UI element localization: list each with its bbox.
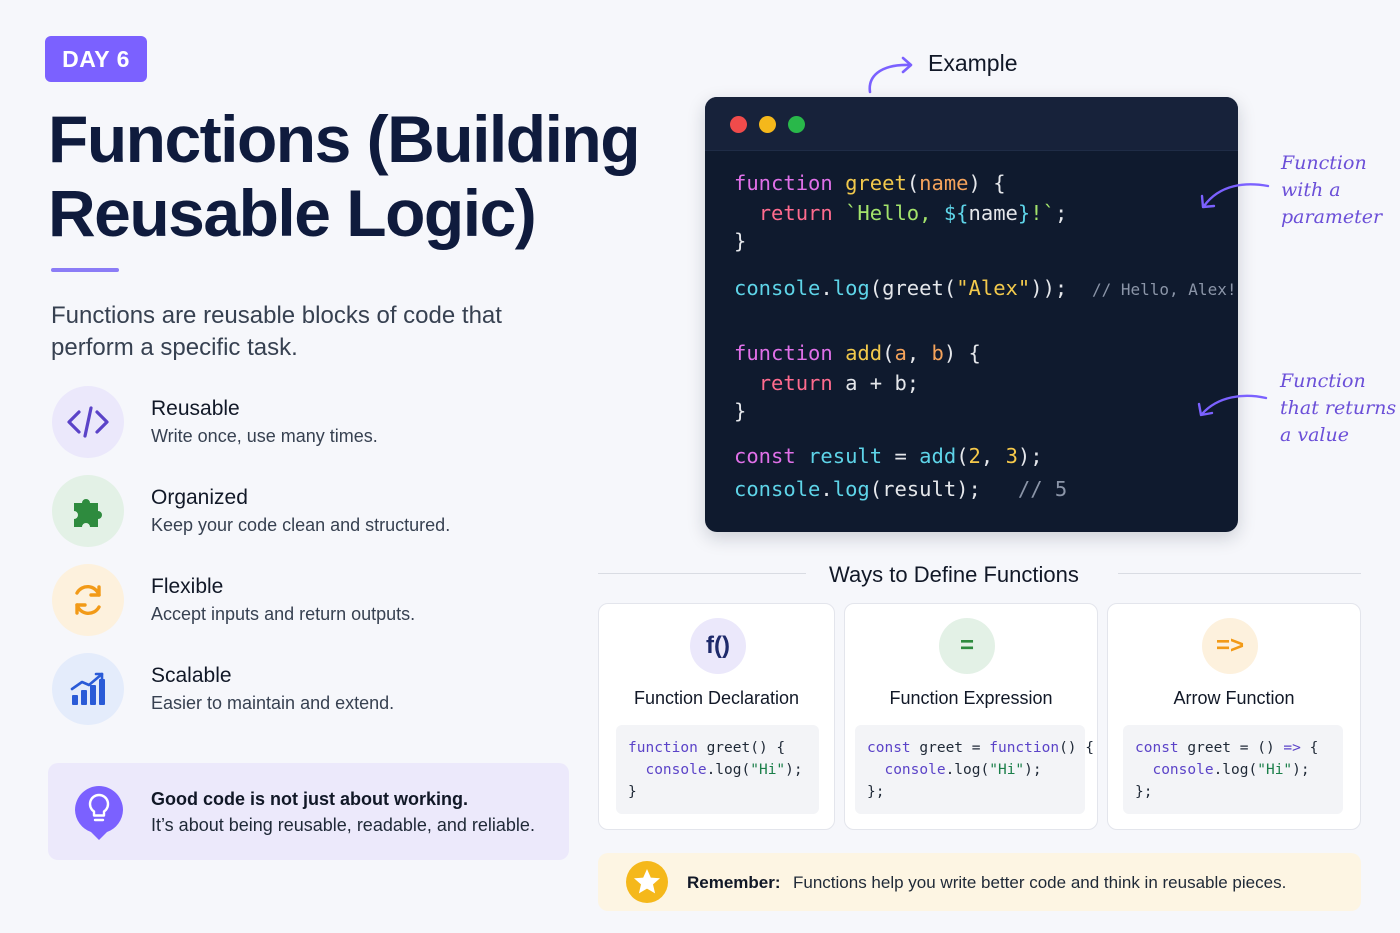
equals-icon: = (939, 618, 995, 674)
code-snippet: const greet = () => { console.log("Hi");… (1123, 725, 1343, 814)
annotation-arrow-icon (1200, 183, 1270, 209)
annotation-function-parameter: Function with a parameter (1281, 150, 1382, 231)
divider (1118, 573, 1361, 574)
title-line-1: Functions (Building (48, 102, 641, 176)
refresh-icon (52, 564, 124, 636)
code-brackets-icon (52, 386, 124, 458)
code-line: } (734, 399, 747, 423)
annotation-line: that returns (1280, 397, 1397, 419)
feature-desc: Easier to maintain and extend. (151, 693, 395, 713)
code-line: const result = add(2, 3); (734, 444, 1043, 468)
feature-desc: Write once, use many times. (151, 426, 378, 446)
card-title: Function Declaration (633, 688, 800, 708)
annotation-line: parameter (1281, 206, 1383, 228)
remember-bar: Remember: Functions help you write bette… (598, 853, 1361, 911)
card-title: Arrow Function (1173, 688, 1295, 708)
function-icon: f() (690, 618, 746, 674)
lightbulb-icon (72, 783, 126, 841)
feature-title: Organized (151, 486, 248, 509)
arrow-function-icon: => (1202, 618, 1258, 674)
divider (598, 573, 806, 574)
quote-box: Good code is not just about working. It’… (48, 763, 569, 860)
feature-title: Reusable (151, 397, 240, 420)
code-window: function greet(name) { return `Hello, ${… (705, 97, 1238, 532)
quote-line-1: Good code is not just about working. (151, 789, 468, 809)
annotation-line: with a (1281, 179, 1341, 201)
annotation-function-returns: Function that returns a value (1280, 368, 1396, 449)
remember-label: Remember: (687, 873, 781, 892)
code-line: return `Hello, ${name}!`; (758, 201, 1068, 225)
card-arrow-function: => Arrow Function const greet = () => { … (1107, 603, 1361, 830)
day-badge: DAY 6 (45, 36, 147, 82)
title-underline (51, 268, 119, 272)
intro-text: Functions are reusable blocks of code th… (51, 302, 502, 361)
example-label: Example (928, 50, 1018, 76)
annotation-arrow-icon (1197, 394, 1268, 417)
code-snippet: function greet() { console.log("Hi"); } (616, 725, 819, 814)
code-line: } (734, 229, 747, 253)
code-line: function greet(name) { (734, 171, 1006, 195)
card-function-declaration: f() Function Declaration function greet(… (598, 603, 835, 830)
card-title: Function Expression (889, 688, 1053, 708)
example-arrow-icon (868, 56, 913, 94)
code-line: return a + b; (758, 371, 920, 395)
close-dot-icon (730, 116, 747, 133)
annotation-line: Function (1280, 370, 1366, 392)
feature-title: Scalable (151, 664, 232, 687)
feature-scalable: Scalable Easier to maintain and extend. (52, 652, 572, 726)
star-icon (625, 860, 669, 904)
annotation-line: Function (1281, 152, 1367, 174)
maximize-dot-icon (788, 116, 805, 133)
feature-desc: Accept inputs and return outputs. (151, 604, 416, 624)
minimize-dot-icon (759, 116, 776, 133)
feature-title: Flexible (151, 575, 224, 598)
page-title: Functions (Building Reusable Logic) (48, 102, 648, 250)
code-line: function add(a, b) { (734, 341, 981, 365)
remember-text: Functions help you write better code and… (793, 873, 1287, 892)
code-snippet: const greet = function() { console.log("… (855, 725, 1094, 814)
code-window-titlebar (705, 97, 1238, 151)
code-line: console.log(greet("Alex")); // Hello, Al… (734, 276, 1237, 300)
puzzle-icon (52, 475, 124, 547)
ways-title: Ways to Define Functions (829, 562, 1079, 587)
annotation-line: a value (1280, 424, 1349, 446)
feature-organized: Organized Keep your code clean and struc… (52, 474, 572, 548)
card-function-expression: = Function Expression const greet = func… (844, 603, 1098, 830)
chart-growth-icon (52, 653, 124, 725)
quote-line-2: It’s about being reusable, readable, and… (151, 815, 535, 835)
feature-desc: Keep your code clean and structured. (151, 515, 451, 535)
title-line-2: Reusable Logic) (48, 176, 537, 250)
code-line: console.log(result); // 5 (734, 477, 1068, 501)
feature-flexible: Flexible Accept inputs and return output… (52, 563, 572, 637)
feature-reusable: Reusable Write once, use many times. (52, 385, 572, 459)
